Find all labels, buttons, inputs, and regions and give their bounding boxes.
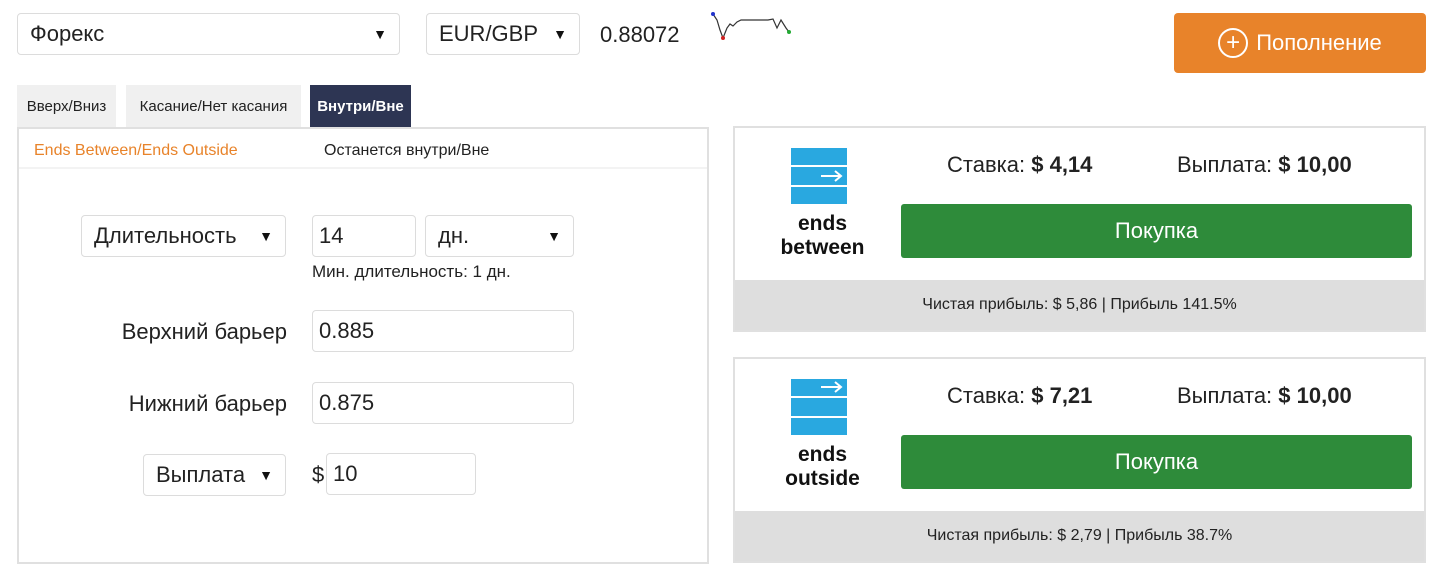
contract-name-line2: between — [780, 236, 865, 259]
subtab-ends-between-outside[interactable]: Ends Between/Ends Outside — [34, 142, 238, 160]
contract-name-line1: ends — [797, 212, 847, 235]
payout-info: Выплата: $ 10,00 — [1177, 152, 1352, 178]
payout-type-select[interactable]: Выплата ▼ — [143, 454, 286, 496]
currency-pair-value: EUR/GBP — [439, 21, 539, 46]
duration-type-value: Длительность — [94, 223, 237, 248]
upper-barrier-input[interactable]: 0.885 — [312, 310, 574, 352]
deposit-button[interactable]: + Пополнение — [1174, 13, 1426, 73]
tab-up-down[interactable]: Вверх/Вниз — [17, 85, 116, 128]
buy-button[interactable]: Покупка — [901, 435, 1412, 489]
contract-name: ends outside — [755, 443, 890, 491]
net-profit-info: Чистая прибыль: $ 2,79 | Прибыль 38.7% — [735, 511, 1424, 561]
stake-info: Ставка: $ 7,21 — [947, 383, 1092, 409]
contract-name: ends between — [755, 212, 890, 260]
payout-amount-value: 10 — [333, 461, 358, 486]
caret-down-icon: ▼ — [373, 26, 387, 42]
stake-label: Ставка: — [947, 383, 1026, 408]
market-select-value: Форекс — [30, 21, 105, 46]
payout-type-value: Выплата — [156, 462, 246, 487]
duration-unit-value: дн. — [438, 223, 470, 248]
caret-down-icon: ▼ — [259, 228, 273, 244]
payout-label: Выплата: — [1177, 383, 1273, 408]
plus-circle-icon: + — [1218, 28, 1249, 58]
duration-input-value: 14 — [319, 223, 344, 248]
tab-touch-no-touch[interactable]: Касание/Нет касания — [126, 85, 301, 128]
contract-name-line2: outside — [785, 467, 860, 490]
contract-card-ends-between: ends between Ставка: $ 4,14 Выплата: $ 1… — [733, 126, 1426, 332]
ends-between-icon — [791, 148, 847, 204]
market-select[interactable]: Форекс ▼ — [17, 13, 400, 55]
tab-in-out[interactable]: Внутри/Вне — [310, 85, 411, 128]
min-duration-note: Мин. длительность: 1 дн. — [312, 262, 511, 281]
lower-barrier-value: 0.875 — [319, 390, 375, 415]
stake-value: $ 7,21 — [1031, 383, 1093, 408]
ends-outside-icon — [791, 379, 847, 435]
deposit-button-label: Пополнение — [1256, 30, 1382, 55]
duration-unit-select[interactable]: дн. ▼ — [425, 215, 574, 257]
lower-barrier-label: Нижний барьер — [128, 391, 287, 416]
contract-name-line1: ends — [797, 443, 847, 466]
payout-value: $ 10,00 — [1278, 152, 1352, 177]
payout-label: Выплата: — [1177, 152, 1273, 177]
currency-pair-select[interactable]: EUR/GBP ▼ — [426, 13, 580, 55]
upper-barrier-value: 0.885 — [319, 318, 375, 343]
duration-input[interactable]: 14 — [312, 215, 416, 257]
net-profit-info: Чистая прибыль: $ 5,86 | Прибыль 141.5% — [735, 280, 1424, 330]
payout-amount-input[interactable]: 10 — [326, 453, 476, 495]
stake-label: Ставка: — [947, 152, 1026, 177]
lower-barrier-input[interactable]: 0.875 — [312, 382, 574, 424]
buy-button[interactable]: Покупка — [901, 204, 1412, 258]
subtab-divider — [19, 167, 707, 169]
duration-type-select[interactable]: Длительность ▼ — [81, 215, 286, 257]
payout-info: Выплата: $ 10,00 — [1177, 383, 1352, 409]
subtab-stays-between-outside[interactable]: Останется внутри/Вне — [324, 142, 489, 160]
contract-card-ends-outside: ends outside Ставка: $ 7,21 Выплата: $ 1… — [733, 357, 1426, 563]
caret-down-icon: ▼ — [547, 228, 561, 244]
caret-down-icon: ▼ — [553, 26, 567, 42]
stake-info: Ставка: $ 4,14 — [947, 152, 1092, 178]
payout-value: $ 10,00 — [1278, 383, 1352, 408]
sparkline-chart-icon — [711, 12, 791, 40]
currency-symbol: $ — [312, 462, 325, 487]
upper-barrier-label: Верхний барьер — [121, 319, 287, 344]
stake-value: $ 4,14 — [1031, 152, 1093, 177]
current-price: 0.88072 — [600, 22, 680, 47]
trade-form-panel: Ends Between/Ends Outside Останется внут… — [17, 127, 709, 564]
caret-down-icon: ▼ — [259, 467, 273, 483]
